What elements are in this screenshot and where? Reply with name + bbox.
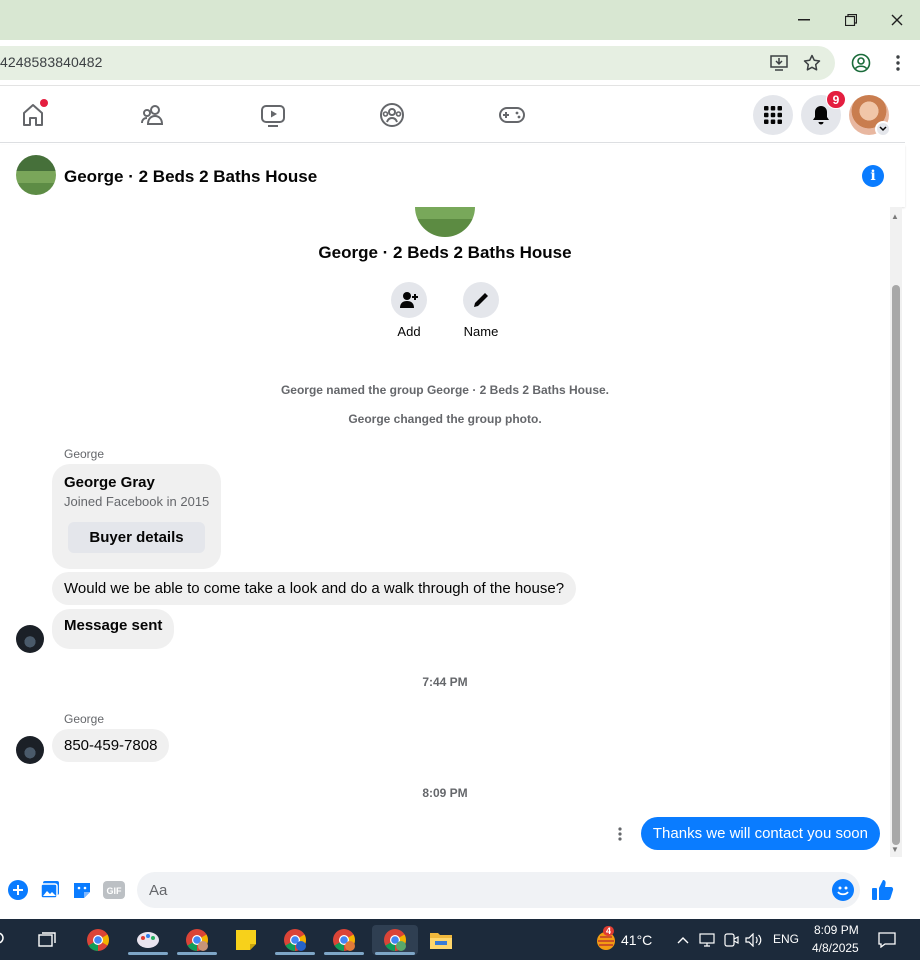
address-bar: 4248583840482	[0, 40, 920, 86]
notification-badge: 9	[826, 90, 846, 109]
bell-icon	[813, 106, 829, 125]
system-message: George named the group George · 2 Beds 2…	[280, 383, 610, 397]
group-name-heading: George · 2 Beds 2 Baths House	[318, 243, 572, 262]
sender-avatar[interactable]	[16, 625, 44, 653]
temperature[interactable]: 41°C	[621, 932, 652, 948]
menu-grid-button[interactable]	[753, 95, 793, 135]
minimize-icon[interactable]	[790, 8, 818, 32]
pencil-icon[interactable]	[463, 282, 499, 318]
system-message: George changed the group photo.	[348, 412, 542, 426]
browser-menu-icon[interactable]	[886, 52, 910, 74]
outgoing-message-bubble[interactable]: Thanks we will contact you soon	[640, 817, 880, 850]
account-chevron-icon[interactable]	[875, 121, 891, 137]
info-icon[interactable]: i	[862, 165, 884, 187]
message-bubble[interactable]: Message sent	[52, 609, 175, 649]
name-group-action[interactable]: Name	[451, 282, 511, 339]
emoji-icon[interactable]	[832, 879, 854, 901]
url-field[interactable]: 4248583840482	[0, 46, 835, 80]
volume-icon[interactable]	[745, 931, 763, 949]
chrome-profile-app-icon[interactable]	[324, 925, 364, 955]
gaming-icon[interactable]	[498, 101, 526, 129]
sticky-notes-icon[interactable]	[226, 925, 266, 955]
facebook-nav-bar	[0, 87, 905, 143]
add-label: Add	[397, 324, 421, 339]
chrome-app-icon[interactable]	[78, 925, 118, 955]
browser-titlebar	[0, 0, 920, 40]
weather-badge: 4	[603, 926, 615, 936]
buyer-details-button[interactable]: Buyer details	[68, 522, 205, 553]
file-explorer-icon[interactable]	[421, 925, 461, 955]
home-notification-dot	[40, 99, 48, 107]
profile-icon[interactable]	[849, 52, 873, 74]
scroll-up-icon[interactable]: ▲	[891, 212, 899, 221]
chat-header: George · 2 Beds 2 Baths House i	[0, 145, 905, 207]
plus-circle-icon[interactable]	[7, 879, 29, 901]
app-running-indicator	[275, 952, 315, 955]
app-running-indicator	[324, 952, 364, 955]
scrollbar-thumb[interactable]	[892, 285, 900, 845]
message-bubble[interactable]: 850-459-7808	[52, 729, 170, 762]
svg-text:GIF: GIF	[107, 886, 123, 896]
url-text[interactable]: 4248583840482	[0, 54, 103, 70]
chrome-profile-app-icon-active[interactable]	[372, 925, 418, 955]
thumbs-up-icon[interactable]	[871, 878, 895, 902]
close-window-icon[interactable]	[883, 8, 911, 32]
contact-subtitle: Joined Facebook in 2015	[64, 494, 210, 509]
app-running-indicator	[128, 952, 168, 955]
name-label: Name	[463, 324, 499, 339]
contact-card: George Gray Joined Facebook in 2015 Buye…	[52, 464, 221, 569]
message-bubble[interactable]: Would we be able to come take a look and…	[52, 572, 577, 605]
install-app-icon[interactable]	[768, 52, 790, 74]
group-photo	[415, 207, 475, 237]
grid-icon	[764, 106, 782, 124]
sender-name: George	[64, 712, 105, 726]
friends-icon[interactable]	[139, 101, 167, 129]
app-running-indicator	[177, 952, 217, 955]
chevron-up-icon[interactable]	[674, 931, 692, 949]
network-icon[interactable]	[698, 931, 716, 949]
photo-icon[interactable]	[39, 879, 61, 901]
search-icon[interactable]	[0, 930, 8, 948]
paint-app-icon[interactable]	[128, 925, 168, 955]
video-icon[interactable]	[259, 101, 287, 129]
sender-avatar[interactable]	[16, 736, 44, 764]
add-person-icon[interactable]	[391, 282, 427, 318]
sender-name: George	[64, 447, 105, 461]
app-active-indicator	[375, 952, 415, 955]
timestamp: 7:44 PM	[422, 675, 468, 689]
restore-icon[interactable]	[837, 8, 865, 32]
clock-date[interactable]: 4/8/2025	[812, 941, 859, 955]
add-member-action[interactable]: Add	[379, 282, 439, 339]
bookmark-star-icon[interactable]	[801, 52, 823, 74]
groups-icon[interactable]	[378, 101, 406, 129]
chrome-profile-app-icon[interactable]	[275, 925, 315, 955]
chrome-profile-app-icon[interactable]	[177, 925, 217, 955]
scroll-down-icon[interactable]: ▼	[891, 845, 899, 854]
message-more-icon[interactable]	[614, 824, 626, 844]
language-indicator[interactable]: ENG	[773, 932, 799, 946]
sticker-icon[interactable]	[71, 879, 93, 901]
message-list: George · 2 Beds 2 Baths House Add Name G…	[0, 207, 890, 867]
timestamp: 8:09 PM	[422, 786, 468, 800]
notification-center-icon[interactable]	[878, 931, 896, 949]
clock-time[interactable]: 8:09 PM	[814, 923, 859, 937]
group-avatar[interactable]	[16, 155, 56, 195]
message-composer: GIF	[0, 867, 905, 913]
meet-now-icon[interactable]	[722, 931, 740, 949]
contact-name: George Gray	[64, 474, 155, 491]
windows-taskbar: 4 41°C ENG 8:09 PM 4/8/2025	[0, 919, 920, 960]
gif-icon[interactable]: GIF	[103, 879, 125, 901]
message-input[interactable]	[137, 872, 860, 908]
task-view-icon[interactable]	[27, 925, 67, 955]
chat-title[interactable]: George · 2 Beds 2 Baths House	[64, 167, 317, 187]
